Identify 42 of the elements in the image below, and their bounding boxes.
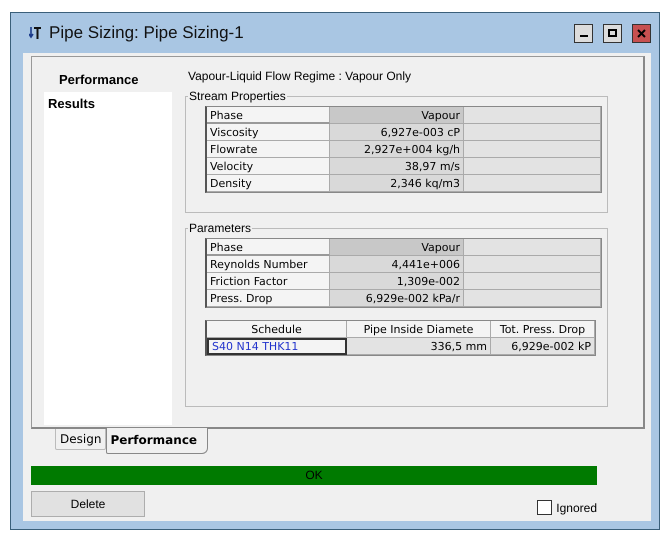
table-cell: 6,929e-002 kPa/r <box>330 290 464 307</box>
flow-regime-text: Vapour-Liquid Flow Regime : Vapour Only <box>187 68 412 85</box>
close-icon <box>637 28 646 38</box>
table-cell: Reynolds Number <box>207 256 330 273</box>
table-cell: Density <box>207 175 330 192</box>
minimize-button[interactable] <box>574 24 593 42</box>
nav-header: Performance <box>58 71 140 89</box>
table-cell: Press. Drop <box>207 290 330 307</box>
schedule-field[interactable]: S40 N14 THK11 <box>207 338 347 355</box>
status-bar: OK <box>31 466 597 485</box>
tab[interactable]: Design <box>55 429 106 450</box>
group-title: Stream Properties <box>188 89 287 103</box>
ignored-checkbox[interactable] <box>537 500 552 515</box>
checkbox-label: Ignored <box>556 500 597 514</box>
app-icon <box>29 26 41 40</box>
table-cell: 2,927e+004 kg/h <box>330 141 464 158</box>
group-title: Parameters <box>188 221 252 235</box>
table-cell: 6,927e-003 cP <box>330 124 464 141</box>
column-header: Pipe Inside Diamete <box>347 321 491 338</box>
table-cell: Flowrate <box>207 141 330 158</box>
table-cell: Velocity <box>207 158 330 175</box>
table-cell: 2,346 kq/m3 <box>330 175 464 192</box>
table-cell: 336,5 mm <box>347 338 491 355</box>
table-cell: 4,441e+006 <box>330 256 464 273</box>
column-header: Tot. Press. Drop <box>491 321 595 338</box>
table-cell: Viscosity <box>207 124 330 141</box>
window-title: Pipe Sizing: Pipe Sizing-1 <box>49 23 245 43</box>
table-cell: 1,309e-002 <box>330 273 464 290</box>
column-header: Schedule <box>207 321 347 338</box>
maximize-icon <box>608 28 617 38</box>
close-button[interactable] <box>632 24 651 42</box>
table-cell: Phase <box>207 239 330 256</box>
table-cell: Vapour <box>330 239 464 256</box>
table-cell: Phase <box>207 107 330 124</box>
table-cell: Friction Factor <box>207 273 330 290</box>
table-cell: 6,929e-002 kP <box>491 338 595 355</box>
table-cell: 38,97 m/s <box>330 158 464 175</box>
delete-button[interactable]: Delete <box>31 491 145 517</box>
maximize-button[interactable] <box>603 24 622 42</box>
table-cell: Vapour <box>330 107 464 124</box>
minimize-icon <box>580 35 588 37</box>
tab[interactable]: Performance <box>106 428 208 454</box>
